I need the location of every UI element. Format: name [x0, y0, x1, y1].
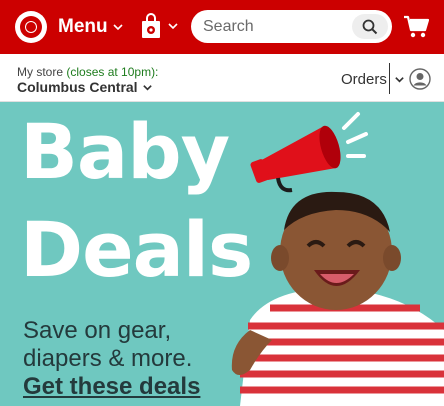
- hero-title-line1: Baby: [20, 107, 230, 196]
- chevron-down-icon: [168, 23, 178, 30]
- menu-label: Menu: [58, 16, 108, 37]
- chevron-down-icon: [113, 24, 123, 31]
- baby-deals-banner[interactable]: Baby Deals Save on gear, diapers & more.…: [0, 102, 444, 406]
- hero-subtitle-line2: diapers & more.: [23, 345, 193, 372]
- menu-button[interactable]: Menu: [58, 14, 124, 40]
- account-menu-button[interactable]: [394, 68, 431, 90]
- hero-subtitle-line1: Save on gear,: [23, 317, 172, 344]
- get-deals-link[interactable]: Get these deals: [23, 373, 200, 401]
- search-button[interactable]: [352, 14, 388, 39]
- top-nav-bar: Menu: [0, 0, 444, 54]
- target-logo-icon[interactable]: [14, 10, 48, 44]
- store-bar: My store (closes at 10pm): Columbus Cent…: [0, 54, 444, 102]
- shopping-bag-icon: [142, 13, 160, 38]
- chevron-down-icon: [395, 76, 404, 83]
- chevron-down-icon: [142, 84, 152, 91]
- search-box: [191, 10, 392, 43]
- account-avatar-icon: [409, 68, 431, 90]
- store-label: My store: [17, 65, 64, 79]
- store-selector[interactable]: Columbus Central: [17, 79, 153, 95]
- orders-link[interactable]: Orders: [341, 71, 387, 88]
- store-label-line: My store (closes at 10pm):: [17, 65, 158, 79]
- store-hours: (closes at 10pm):: [66, 65, 159, 79]
- search-icon: [362, 19, 378, 34]
- smiling-baby-image: [231, 191, 444, 406]
- search-input[interactable]: [203, 16, 343, 37]
- divider: [389, 63, 390, 94]
- store-name: Columbus Central: [17, 79, 138, 95]
- bag-menu-button[interactable]: [140, 11, 179, 41]
- cart-icon[interactable]: [403, 14, 429, 40]
